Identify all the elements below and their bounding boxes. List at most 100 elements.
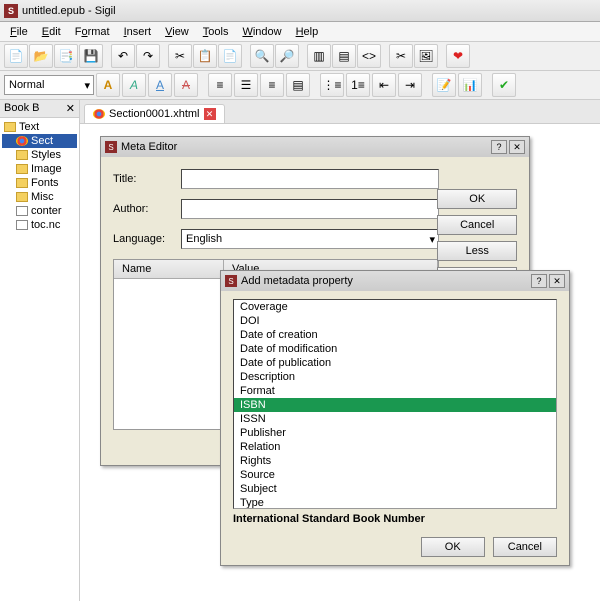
list-bullet-icon[interactable]: ⋮≡ — [320, 73, 344, 97]
menu-tools[interactable]: Tools — [197, 24, 235, 40]
help-icon[interactable]: ? — [531, 274, 547, 288]
menubar: File Edit Format Insert View Tools Windo… — [0, 22, 600, 42]
language-select[interactable]: English — [181, 229, 439, 249]
menu-view[interactable]: View — [159, 24, 195, 40]
menu-help[interactable]: Help — [290, 24, 325, 40]
tree-item[interactable]: Misc — [2, 190, 77, 204]
indent-less-icon[interactable]: ⇤ — [372, 73, 396, 97]
property-item[interactable]: Publisher — [234, 426, 556, 440]
property-item[interactable]: Relation — [234, 440, 556, 454]
property-item[interactable]: Date of creation — [234, 328, 556, 342]
replace-icon[interactable]: 🔎 — [275, 44, 299, 68]
panel-close-icon[interactable]: ✕ — [66, 102, 75, 115]
paste-icon[interactable]: 📄 — [218, 44, 242, 68]
meta-editor-titlebar[interactable]: S Meta Editor ? ✕ — [101, 137, 529, 157]
toolbar-main: 📄 📂 📑 💾 ↶ ↷ ✂ 📋 📄 🔍 🔎 ▥ ▤ <> ✂ 🖼 ❤ — [0, 42, 600, 71]
bold-icon[interactable]: A — [96, 73, 120, 97]
find-icon[interactable]: 🔍 — [250, 44, 274, 68]
column-name[interactable]: Name — [114, 260, 224, 278]
align-right-icon[interactable]: ≡ — [260, 73, 284, 97]
cancel-button[interactable]: Cancel — [437, 215, 517, 235]
add-property-dialog: S Add metadata property ? ✕ CoverageDOID… — [220, 270, 570, 566]
property-listbox[interactable]: CoverageDOIDate of creationDate of modif… — [233, 299, 557, 509]
align-justify-icon[interactable]: ▤ — [286, 73, 310, 97]
add-property-titlebar[interactable]: S Add metadata property ? ✕ — [221, 271, 569, 291]
tree-item[interactable]: conter — [2, 204, 77, 218]
folder-icon — [16, 192, 28, 202]
tree-item[interactable]: Image — [2, 162, 77, 176]
tree-item[interactable]: toc.nc — [2, 218, 77, 232]
indent-more-icon[interactable]: ⇥ — [398, 73, 422, 97]
folder-icon — [16, 164, 28, 174]
property-item[interactable]: Date of modification — [234, 342, 556, 356]
tree-item[interactable]: Fonts — [2, 176, 77, 190]
property-item[interactable]: ISSN — [234, 412, 556, 426]
menu-edit[interactable]: Edit — [36, 24, 67, 40]
window-titlebar: S untitled.epub - Sigil — [0, 0, 600, 22]
book-browser-panel: Book B✕ TextSectStylesImageFontsMisccont… — [0, 100, 80, 601]
undo-icon[interactable]: ↶ — [111, 44, 135, 68]
property-item[interactable]: Format — [234, 384, 556, 398]
file-icon — [16, 206, 28, 216]
property-item[interactable]: Coverage — [234, 300, 556, 314]
author-label: Author: — [113, 203, 173, 215]
insert-image-icon[interactable]: 🖼 — [414, 44, 438, 68]
menu-file[interactable]: File — [4, 24, 34, 40]
align-left-icon[interactable]: ≡ — [208, 73, 232, 97]
italic-icon[interactable]: A — [122, 73, 146, 97]
split-view-icon[interactable]: ▤ — [332, 44, 356, 68]
author-input[interactable] — [181, 199, 439, 219]
menu-format[interactable]: Format — [69, 24, 116, 40]
split-icon[interactable]: ✂ — [389, 44, 413, 68]
property-item[interactable]: Source — [234, 468, 556, 482]
tab-close-icon[interactable]: ✕ — [204, 108, 216, 120]
less-button[interactable]: Less — [437, 241, 517, 261]
redo-icon[interactable]: ↷ — [136, 44, 160, 68]
strike-icon[interactable]: A — [174, 73, 198, 97]
addfile-icon[interactable]: 📑 — [54, 44, 78, 68]
file-tree[interactable]: TextSectStylesImageFontsMisccontertoc.nc — [0, 118, 79, 234]
property-item[interactable]: Type — [234, 496, 556, 509]
tree-item[interactable]: Styles — [2, 148, 77, 162]
toc-icon[interactable]: 📊 — [458, 73, 482, 97]
toolbar-format: Normal A A A A ≡ ☰ ≡ ▤ ⋮≡ 1≡ ⇤ ⇥ 📝 📊 ✔ — [0, 71, 600, 100]
donate-icon[interactable]: ❤ — [446, 44, 470, 68]
title-label: Title: — [113, 173, 173, 185]
close-icon[interactable]: ✕ — [549, 274, 565, 288]
align-center-icon[interactable]: ☰ — [234, 73, 258, 97]
add-property-title: Add metadata property — [241, 275, 353, 287]
help-icon[interactable]: ? — [491, 140, 507, 154]
book-view-icon[interactable]: ▥ — [307, 44, 331, 68]
metadata-icon[interactable]: 📝 — [432, 73, 456, 97]
underline-icon[interactable]: A — [148, 73, 172, 97]
format-combo[interactable]: Normal — [4, 75, 94, 95]
close-icon[interactable]: ✕ — [509, 140, 525, 154]
new-icon[interactable]: 📄 — [4, 44, 28, 68]
menu-insert[interactable]: Insert — [118, 24, 158, 40]
window-title: untitled.epub - Sigil — [22, 5, 116, 17]
title-input[interactable] — [181, 169, 439, 189]
tree-item[interactable]: Text — [2, 120, 77, 134]
copy-icon[interactable]: 📋 — [193, 44, 217, 68]
property-item[interactable]: ISBN — [234, 398, 556, 412]
property-item[interactable]: DOI — [234, 314, 556, 328]
ok-button[interactable]: OK — [437, 189, 517, 209]
property-item[interactable]: Description — [234, 370, 556, 384]
tab-section[interactable]: Section0001.xhtml ✕ — [84, 104, 225, 123]
validate-icon[interactable]: ✔ — [492, 73, 516, 97]
save-icon[interactable]: 💾 — [79, 44, 103, 68]
property-item[interactable]: Date of publication — [234, 356, 556, 370]
chrome-icon — [16, 136, 28, 146]
meta-editor-title: Meta Editor — [121, 141, 177, 153]
property-item[interactable]: Rights — [234, 454, 556, 468]
property-item[interactable]: Subject — [234, 482, 556, 496]
cancel-button[interactable]: Cancel — [493, 537, 557, 557]
list-number-icon[interactable]: 1≡ — [346, 73, 370, 97]
code-view-icon[interactable]: <> — [357, 44, 381, 68]
tree-item[interactable]: Sect — [2, 134, 77, 148]
open-icon[interactable]: 📂 — [29, 44, 53, 68]
cut-icon[interactable]: ✂ — [168, 44, 192, 68]
menu-window[interactable]: Window — [236, 24, 287, 40]
folder-icon — [4, 122, 16, 132]
ok-button[interactable]: OK — [421, 537, 485, 557]
